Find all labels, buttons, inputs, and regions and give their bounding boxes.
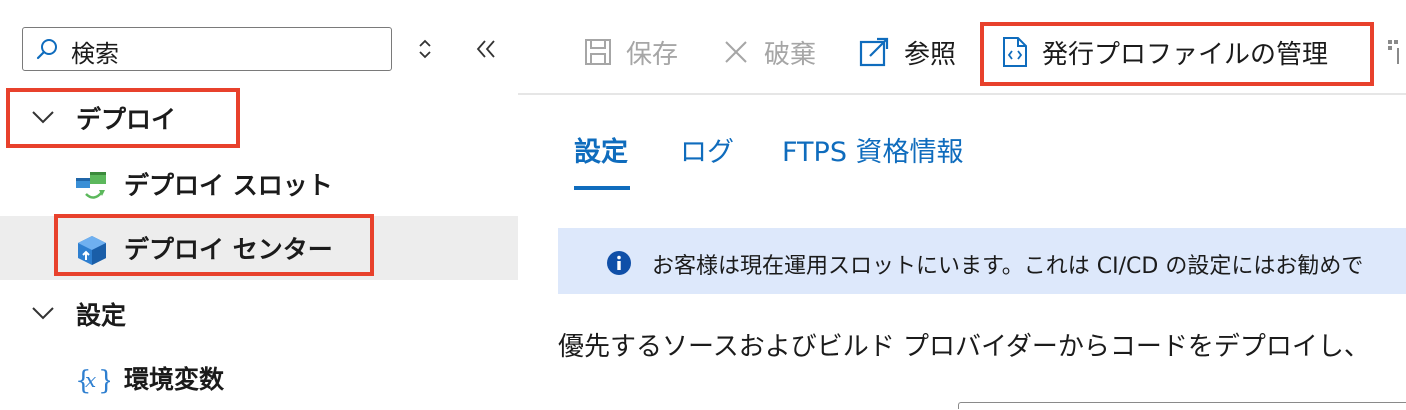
highlight-manage-profile	[980, 22, 1374, 86]
tab-settings[interactable]: 設定	[574, 130, 628, 169]
sidebar-group-settings[interactable]: 設定	[0, 284, 518, 344]
toolbar-divider	[518, 93, 1406, 95]
chevron-down-icon	[32, 307, 54, 320]
browse-button[interactable]: 参照	[858, 30, 956, 74]
deployment-slots-icon	[76, 172, 106, 199]
more-actions-icon[interactable]	[1384, 38, 1406, 68]
tab-ftps-credentials[interactable]: FTPS 資格情報	[782, 130, 964, 169]
sidebar-group-label: 設定	[76, 301, 127, 330]
info-icon	[607, 251, 631, 275]
svg-text:}: }	[98, 366, 110, 396]
search-input[interactable]: 検索	[22, 27, 392, 71]
save-label: 保存	[626, 39, 679, 70]
discard-label: 破棄	[764, 39, 817, 70]
sidebar-item-label: 環境変数	[124, 365, 225, 394]
svg-text:x: x	[85, 368, 96, 392]
search-placeholder: 検索	[71, 40, 119, 68]
browse-label: 参照	[904, 39, 957, 70]
page-description: 優先するソースおよびビルド プロバイダーからコードをデプロイし、	[558, 332, 1370, 362]
highlight-deployment-center	[54, 214, 374, 276]
banner-text: お客様は現在運用スロットにいます。これは CI/CD の設定にはお勧めで	[652, 254, 1364, 279]
variable-icon: { x }	[75, 366, 110, 396]
search-icon	[36, 39, 57, 60]
highlight-deploy-group	[6, 88, 240, 148]
save-button[interactable]: 保存	[584, 30, 678, 74]
save-icon	[585, 39, 611, 65]
close-icon	[725, 41, 747, 63]
discard-button[interactable]: 破棄	[722, 30, 816, 74]
sidebar-item-label: デプロイ スロット	[124, 171, 333, 200]
external-link-icon	[859, 37, 889, 67]
collapse-sidebar-icon[interactable]	[472, 36, 502, 62]
tab-logs[interactable]: ログ	[680, 130, 734, 169]
sidebar-item-deployment-slots[interactable]: デプロイ スロット	[0, 152, 518, 216]
info-banner: お客様は現在運用スロットにいます。これは CI/CD の設定にはお勧めで	[558, 228, 1406, 294]
tab-active-indicator	[574, 186, 630, 190]
sidebar-item-environment-variables[interactable]: { x } 環境変数	[0, 346, 518, 410]
sort-updown-icon[interactable]	[414, 34, 436, 64]
